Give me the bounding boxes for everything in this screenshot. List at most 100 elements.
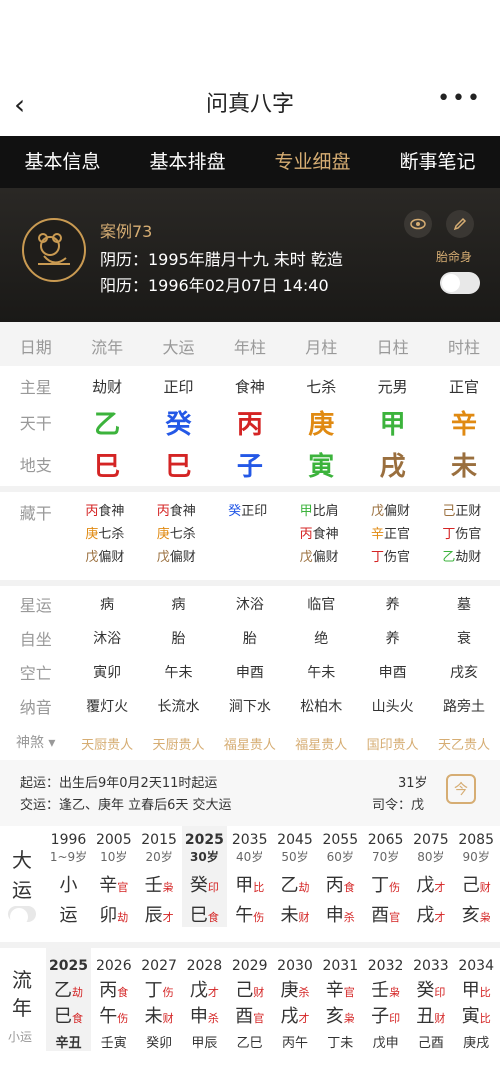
liunian-column[interactable]: 2027 丁伤 未财 癸卯 [137, 948, 182, 1051]
tiangan-char: 丙 [236, 410, 263, 440]
info-row-2: 空亡 寅卯 午未 申酉 午未 申酉 戌亥 [0, 660, 500, 684]
liunian-zhi: 未财 [137, 1002, 182, 1028]
dayun-age: 50岁 [281, 850, 309, 864]
dayun-toggle[interactable] [8, 906, 36, 926]
col-header-3: 年柱 [233, 338, 266, 357]
liunian-xiaoyun: 丙午 [281, 1036, 308, 1051]
dayun-column[interactable]: 2015 20岁 壬枭 辰才 [137, 826, 182, 927]
dayun-zhi-god: 才 [434, 911, 446, 924]
eye-icon[interactable] [404, 210, 432, 238]
hidden-stem-item: 丁伤官 [371, 546, 410, 565]
row-value: 胎 [171, 631, 186, 647]
row-value: 山头火 [371, 699, 414, 715]
liunian-column[interactable]: 2032 壬枭 子印 戊申 [363, 948, 408, 1051]
hidden-stem-char: 丙 [156, 504, 170, 519]
info-row-3: 纳音 覆灯火 长流水 涧下水 松柏木 山头火 路旁土 [0, 694, 500, 718]
hidden-stem-item: 丙食神 [157, 500, 196, 519]
liunian-gan: 癸印 [408, 976, 453, 1002]
liunian-zhi-char: 亥 [325, 1006, 344, 1027]
liunian-zhi: 戌才 [273, 1002, 318, 1028]
liunian-gan-god: 食 [117, 986, 129, 999]
tab-basic-info[interactable]: 基本信息 [0, 136, 125, 188]
dayun-age: 1~9岁 [49, 850, 88, 864]
liunian-column[interactable]: 2030 庚杀 戌才 丙午 [273, 948, 318, 1051]
dayun-column[interactable]: 2065 70岁 丁伤 酉官 [363, 826, 408, 927]
age-text: 31岁 [398, 776, 428, 791]
dayun-column[interactable]: 2075 80岁 戊才 戌才 [408, 826, 453, 927]
dayun-year: 2015 [141, 832, 177, 848]
shensha-label[interactable]: 神煞 ▾ [0, 732, 71, 753]
tab-notes[interactable]: 断事笔记 [375, 136, 500, 188]
calendar-today-icon[interactable]: 今 [446, 774, 476, 804]
liunian-column[interactable]: 2034 甲比 寅比 庚戌 [454, 948, 499, 1051]
main-star: 正官 [449, 378, 480, 396]
hidden-stem-char: 甲 [299, 504, 313, 519]
col-header-2: 大运 [162, 338, 195, 357]
hidden-stem-char: 戊 [156, 550, 170, 565]
liunian-gan: 甲比 [454, 976, 499, 1002]
page-title: 问真八字 [205, 92, 294, 117]
liunian-xiaoyun: 甲辰 [191, 1036, 218, 1051]
dayun-year: 2075 [413, 832, 449, 848]
dayun-age: 30岁 [190, 850, 219, 864]
dayun-age: 90岁 [462, 850, 490, 864]
shensha-value: 福星贵人 [223, 738, 276, 753]
dayun-gan-god: 枭 [162, 881, 174, 894]
liunian-column[interactable]: 2028 戊才 申杀 甲辰 [182, 948, 227, 1051]
dayun-gan: 甲比 [227, 871, 272, 897]
dayun-zhi-god: 才 [162, 911, 174, 924]
dayun-column[interactable]: 2055 60岁 丙食 申杀 [318, 826, 363, 927]
dayun-gan: 戊才 [408, 871, 453, 897]
edit-icon[interactable] [446, 210, 474, 238]
liunian-xiaoyun: 壬寅 [100, 1036, 127, 1051]
liunian-zhi: 子印 [363, 1002, 408, 1028]
dayun-column[interactable]: 2045 50岁 乙劫 未财 [273, 826, 318, 927]
shensha-row: 神煞 ▾ 天厨贵人 天厨贵人 福星贵人 福星贵人 国印贵人 天乙贵人 [0, 726, 500, 756]
hidden-stem-god: 劫财 [455, 550, 482, 565]
row-value: 申酉 [235, 665, 264, 681]
dayun-column[interactable]: 1996 1~9岁小运 [46, 826, 91, 927]
dayun-year: 1996 [50, 832, 87, 848]
dayun-column[interactable]: 2025 30岁 癸印 巳食 [181, 826, 227, 927]
liunian-zhi: 酉官 [227, 1002, 272, 1028]
liunian-column[interactable]: 2025 乙劫 巳食 辛丑 [46, 948, 91, 1051]
tab-basic-chart[interactable]: 基本排盘 [125, 136, 250, 188]
dayun-column[interactable]: 2085 90岁 己财 亥枭 [454, 826, 499, 927]
dayun-year: 2065 [367, 832, 404, 848]
avatar [22, 218, 86, 282]
hidden-stem-god: 偏财 [312, 550, 339, 565]
liunian-column[interactable]: 2033 癸印 丑财 己酉 [408, 948, 453, 1051]
liunian-gan: 丁伤 [137, 976, 182, 1002]
row-value: 涧下水 [228, 699, 271, 715]
hidden-stem-item: 己正财 [442, 500, 481, 519]
liunian-gan: 壬枭 [363, 976, 408, 1002]
row-label: 地支 [19, 456, 52, 475]
more-icon[interactable]: ••• [437, 86, 482, 111]
row-value: 临官 [307, 597, 336, 613]
dayun-column[interactable]: 2035 40岁 甲比 午伤 [227, 826, 272, 927]
liunian-column[interactable]: 2029 己财 酉官 乙巳 [227, 948, 272, 1051]
liunian-zhi-god: 才 [298, 1012, 310, 1025]
row-value: 申酉 [378, 665, 407, 681]
row-value: 沐浴 [235, 597, 264, 613]
liunian-xiaoyun: 戊申 [372, 1036, 399, 1051]
liunian-zhi-god: 比 [479, 1012, 491, 1025]
taiming-toggle[interactable] [440, 272, 480, 294]
dayun-age: 20岁 [145, 850, 173, 864]
liunian-zhi: 午伤 [91, 1002, 136, 1028]
row-label: 纳音 [19, 698, 52, 717]
dayun-year: 2035 [231, 832, 268, 848]
tab-detail-chart[interactable]: 专业细盘 [250, 136, 375, 188]
liunian-zhi-god: 伤 [117, 1012, 129, 1025]
liunian-column[interactable]: 2031 辛官 亥枭 丁未 [318, 948, 363, 1051]
liunian-gan-char: 癸 [416, 980, 435, 1001]
dayun-column[interactable]: 2005 10岁 辛官 卯劫 [91, 826, 136, 927]
dayun-gan-god: 才 [434, 881, 446, 894]
dayun-gan-char: 丁 [371, 875, 390, 896]
liunian-column[interactable]: 2026 丙食 午伤 壬寅 [91, 948, 136, 1051]
liunian-zhi: 亥枭 [318, 1002, 363, 1028]
dayun-zhi: 申杀 [318, 901, 363, 927]
dayun-zhi: 未财 [273, 901, 318, 927]
hidden-stem-item: 戊偏财 [300, 546, 339, 565]
hidden-stem-item: 戊偏财 [157, 546, 196, 565]
